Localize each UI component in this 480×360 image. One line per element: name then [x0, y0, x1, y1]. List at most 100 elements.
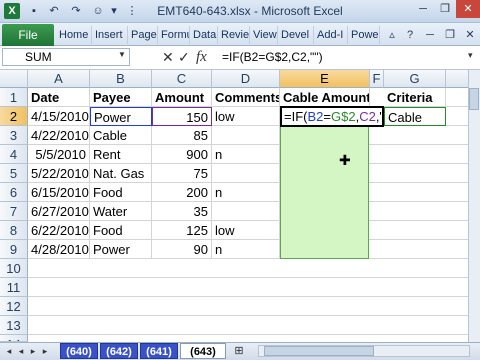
cell-comments[interactable]: n — [212, 240, 280, 259]
excel-logo-icon[interactable]: X — [4, 3, 20, 19]
tab-formulas[interactable]: Formu — [158, 26, 190, 44]
cell-payee[interactable]: Water — [90, 202, 152, 221]
insert-function-icon[interactable]: fx — [196, 49, 207, 65]
cell-payee-referenced[interactable]: Power — [90, 107, 152, 126]
undo-icon[interactable]: ↶ — [46, 3, 62, 19]
name-box[interactable]: SUM — [2, 48, 130, 66]
last-sheet-icon[interactable]: ▸ — [40, 344, 50, 358]
column-header-e[interactable]: E — [280, 70, 370, 88]
column-header-f[interactable]: F — [370, 70, 384, 88]
column-header-g[interactable]: G — [384, 70, 446, 88]
row-header[interactable]: 3 — [0, 126, 28, 145]
row-header[interactable]: 1 — [0, 88, 28, 107]
enter-icon[interactable]: ✓ — [178, 49, 190, 65]
tab-home[interactable]: Home — [56, 26, 92, 44]
first-sheet-icon[interactable]: ◂ — [4, 344, 14, 358]
row-header[interactable]: 10 — [0, 259, 28, 278]
header-criteria[interactable]: Criteria — [384, 88, 446, 107]
cell-date[interactable]: 4/28/2010 — [28, 240, 90, 259]
tab-review[interactable]: Review — [218, 26, 250, 44]
formula-input[interactable]: =IF(B2=G$2,C2,"") — [218, 47, 468, 67]
workbook-close-icon[interactable]: ✕ — [462, 27, 478, 43]
cell-comments[interactable] — [212, 126, 280, 145]
maximize-icon[interactable]: ❐ — [434, 0, 456, 18]
row-header[interactable]: 8 — [0, 221, 28, 240]
help-icon[interactable]: ? — [402, 27, 418, 43]
sheet-tab-641[interactable]: (641) — [140, 343, 178, 359]
close-icon[interactable]: ✕ — [456, 0, 480, 18]
active-cell-editor[interactable]: =IF(B2=G$2,C2,"") — [280, 106, 384, 127]
vertical-scroll-thumb[interactable] — [469, 88, 479, 110]
cell-comments[interactable]: n — [212, 145, 280, 164]
column-header-a[interactable]: A — [28, 70, 90, 88]
cell-date[interactable]: 4/15/2010 — [28, 107, 90, 126]
row-header[interactable]: 2 — [0, 107, 28, 126]
cell-comments[interactable]: low — [212, 107, 280, 126]
tab-view[interactable]: View — [250, 26, 278, 44]
cell-date[interactable]: 4/22/2010 — [28, 126, 90, 145]
header-amount[interactable]: Amount — [152, 88, 212, 107]
cell-comments[interactable] — [212, 202, 280, 221]
cell-amount[interactable]: 125 — [152, 221, 212, 240]
sheet-tab-640[interactable]: (640) — [60, 343, 98, 359]
quick-access-dropdown-icon[interactable]: ▾ — [106, 3, 122, 19]
cell-payee[interactable]: Nat. Gas — [90, 164, 152, 183]
cell-payee[interactable]: Rent — [90, 145, 152, 164]
ribbon-collapse-icon[interactable]: ▵ — [384, 27, 400, 43]
next-sheet-icon[interactable]: ▸ — [28, 344, 38, 358]
header-payee[interactable]: Payee — [90, 88, 152, 107]
customize-icon[interactable]: ⋮ — [124, 3, 140, 19]
select-all-corner[interactable] — [0, 70, 28, 88]
cell-amount-referenced[interactable]: 150 — [152, 107, 212, 126]
row-header[interactable]: 5 — [0, 164, 28, 183]
row-header[interactable]: 7 — [0, 202, 28, 221]
row-header[interactable]: 9 — [0, 240, 28, 259]
column-header-b[interactable]: B — [90, 70, 152, 88]
tab-data[interactable]: Data — [190, 26, 218, 44]
column-header-d[interactable]: D — [212, 70, 280, 88]
cell-date[interactable]: 6/27/2010 — [28, 202, 90, 221]
save-icon[interactable]: ▪ — [26, 3, 42, 19]
cell-payee[interactable]: Power — [90, 240, 152, 259]
cell-date[interactable]: 5/22/2010 — [28, 164, 90, 183]
file-tab[interactable]: File — [2, 24, 54, 46]
cancel-icon[interactable]: ✕ — [162, 49, 174, 65]
row-header[interactable]: 6 — [0, 183, 28, 202]
row-header[interactable]: 4 — [0, 145, 28, 164]
cell-amount[interactable]: 85 — [152, 126, 212, 145]
row-header[interactable]: 14 — [0, 335, 28, 342]
row-header[interactable]: 12 — [0, 297, 28, 316]
sheet-tab-643[interactable]: (643) — [180, 343, 226, 359]
tab-developer[interactable]: Devel — [278, 26, 314, 44]
cell-amount[interactable]: 900 — [152, 145, 212, 164]
cell-payee[interactable]: Cable — [90, 126, 152, 145]
tab-add-ins[interactable]: Add-I — [314, 26, 348, 44]
tab-page-layout[interactable]: Page — [128, 26, 158, 44]
insert-sheet-icon[interactable]: ⊞ — [232, 344, 246, 358]
workbook-minimize-icon[interactable]: ─ — [422, 27, 438, 43]
tab-insert[interactable]: Insert — [92, 26, 128, 44]
cell-date[interactable]: 6/22/2010 — [28, 221, 90, 240]
row-header[interactable]: 11 — [0, 278, 28, 297]
workbook-restore-icon[interactable]: ❐ — [442, 27, 458, 43]
header-comments[interactable]: Comments — [212, 88, 280, 107]
quick-access-icon[interactable]: ☺ — [90, 3, 106, 19]
cell-date[interactable]: 5/5/2010 — [28, 145, 90, 164]
cell-comments[interactable] — [212, 164, 280, 183]
cell-amount[interactable]: 35 — [152, 202, 212, 221]
name-box-dropdown-icon[interactable]: ▼ — [118, 50, 126, 59]
row-header[interactable]: 13 — [0, 316, 28, 335]
expand-formula-bar-icon[interactable]: ▾ — [468, 50, 473, 61]
cell-comments[interactable]: low — [212, 221, 280, 240]
sheet-tab-642[interactable]: (642) — [100, 343, 138, 359]
header-cable-amount[interactable]: Cable Amount — [280, 88, 370, 107]
redo-icon[interactable]: ↷ — [68, 3, 84, 19]
cell-criteria-value[interactable]: Cable — [384, 107, 446, 126]
cell-comments[interactable]: n — [212, 183, 280, 202]
horizontal-scroll-thumb[interactable] — [264, 346, 374, 356]
cell-amount[interactable]: 75 — [152, 164, 212, 183]
tab-powerpivot[interactable]: Power — [348, 26, 380, 44]
vertical-scrollbar[interactable] — [468, 70, 480, 342]
header-date[interactable]: Date — [28, 88, 90, 107]
prev-sheet-icon[interactable]: ◂ — [16, 344, 26, 358]
